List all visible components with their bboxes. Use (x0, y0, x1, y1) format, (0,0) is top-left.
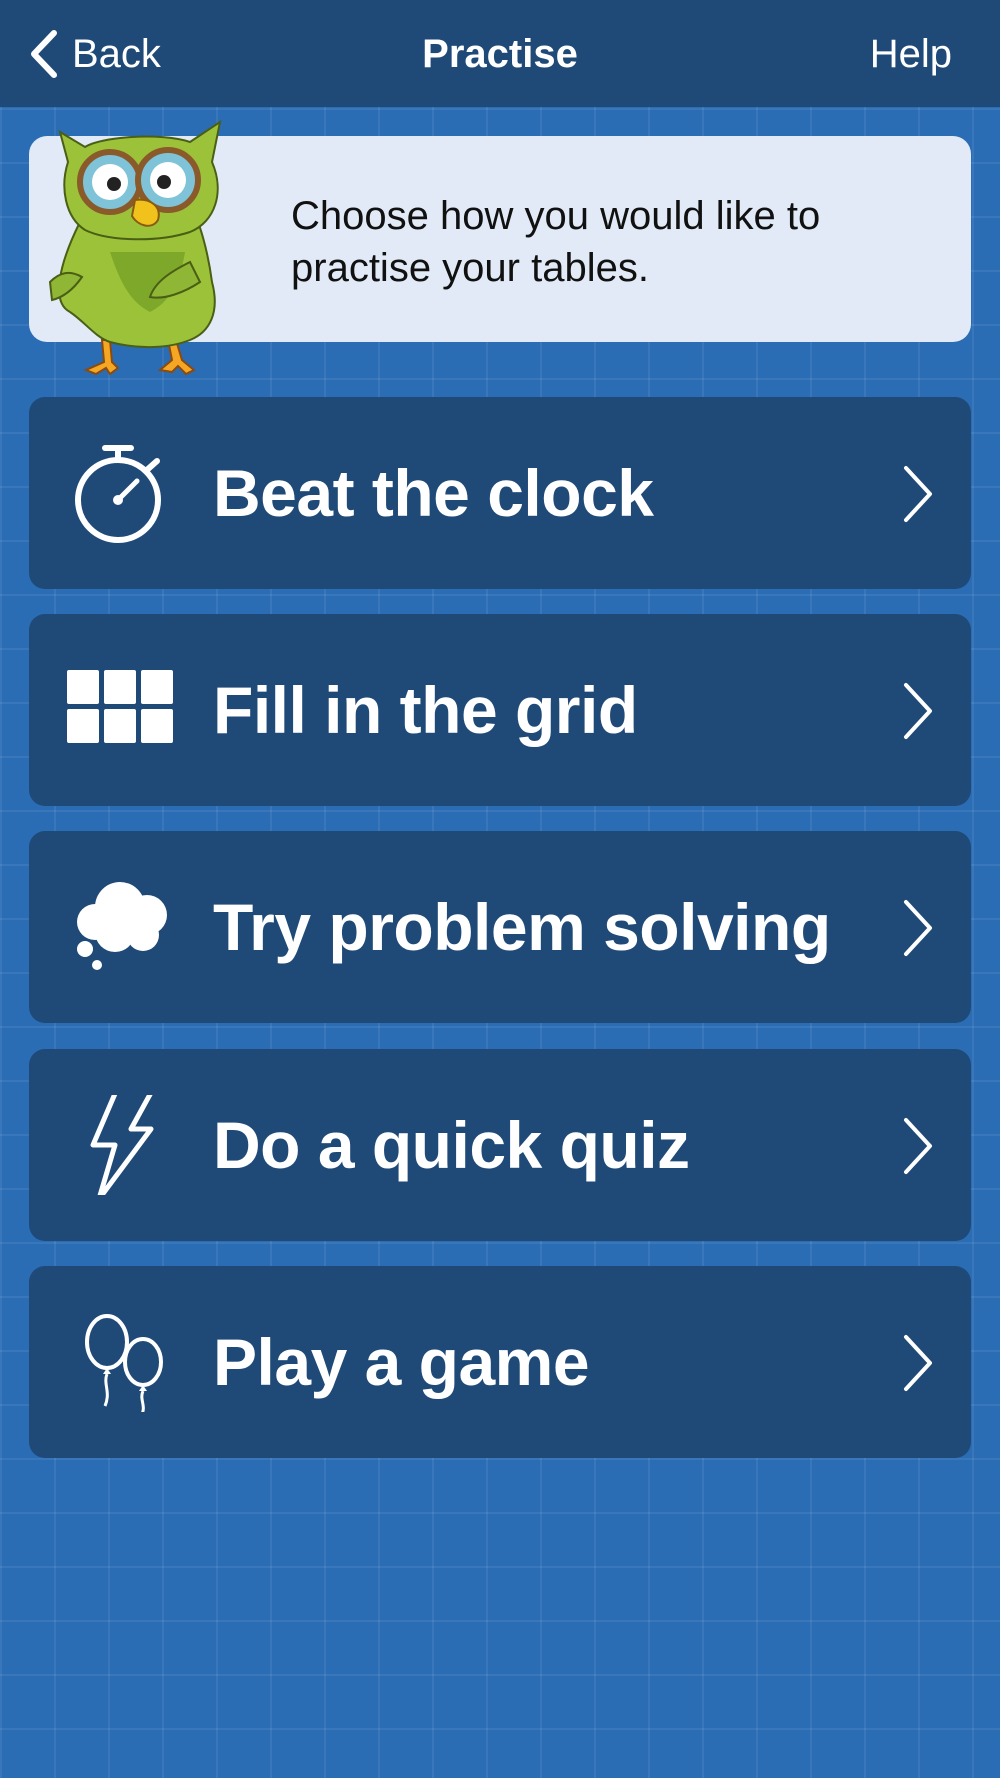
grid-icon (67, 670, 173, 743)
chevron-left-icon (31, 30, 57, 78)
back-button[interactable]: Back (28, 26, 161, 82)
menu-item-label: Play a game (213, 1325, 590, 1399)
menu-item-try-problem-solving[interactable]: Try problem solving (29, 831, 971, 1023)
menu-item-label: Beat the clock (213, 456, 654, 530)
menu-item-do-a-quick-quiz[interactable]: Do a quick quiz (29, 1049, 971, 1241)
chevron-right-icon (904, 683, 932, 739)
chevron-right-icon (904, 1118, 932, 1174)
menu-item-play-a-game[interactable]: Play a game (29, 1266, 971, 1458)
chevron-right-icon (904, 900, 932, 956)
menu-item-label: Do a quick quiz (213, 1108, 690, 1182)
menu-item-fill-in-the-grid[interactable]: Fill in the grid (29, 614, 971, 806)
navigation-bar: Back Practise Help (0, 0, 1000, 107)
owl-mascot-illustration (48, 119, 222, 376)
thought-cloud-icon (77, 882, 167, 970)
menu-item-label: Fill in the grid (213, 673, 638, 747)
back-label: Back (72, 31, 161, 76)
lightning-bolt-icon (90, 1095, 154, 1195)
menu-item-beat-the-clock[interactable]: Beat the clock (29, 397, 971, 589)
menu-item-label: Try problem solving (213, 890, 831, 964)
chevron-right-icon (904, 466, 932, 522)
balloons-icon (85, 1314, 163, 1412)
intro-text: Choose how you would like to practise yo… (291, 194, 821, 290)
stopwatch-icon (75, 445, 161, 543)
help-button[interactable]: Help (870, 26, 952, 82)
chevron-right-icon (904, 1335, 932, 1391)
